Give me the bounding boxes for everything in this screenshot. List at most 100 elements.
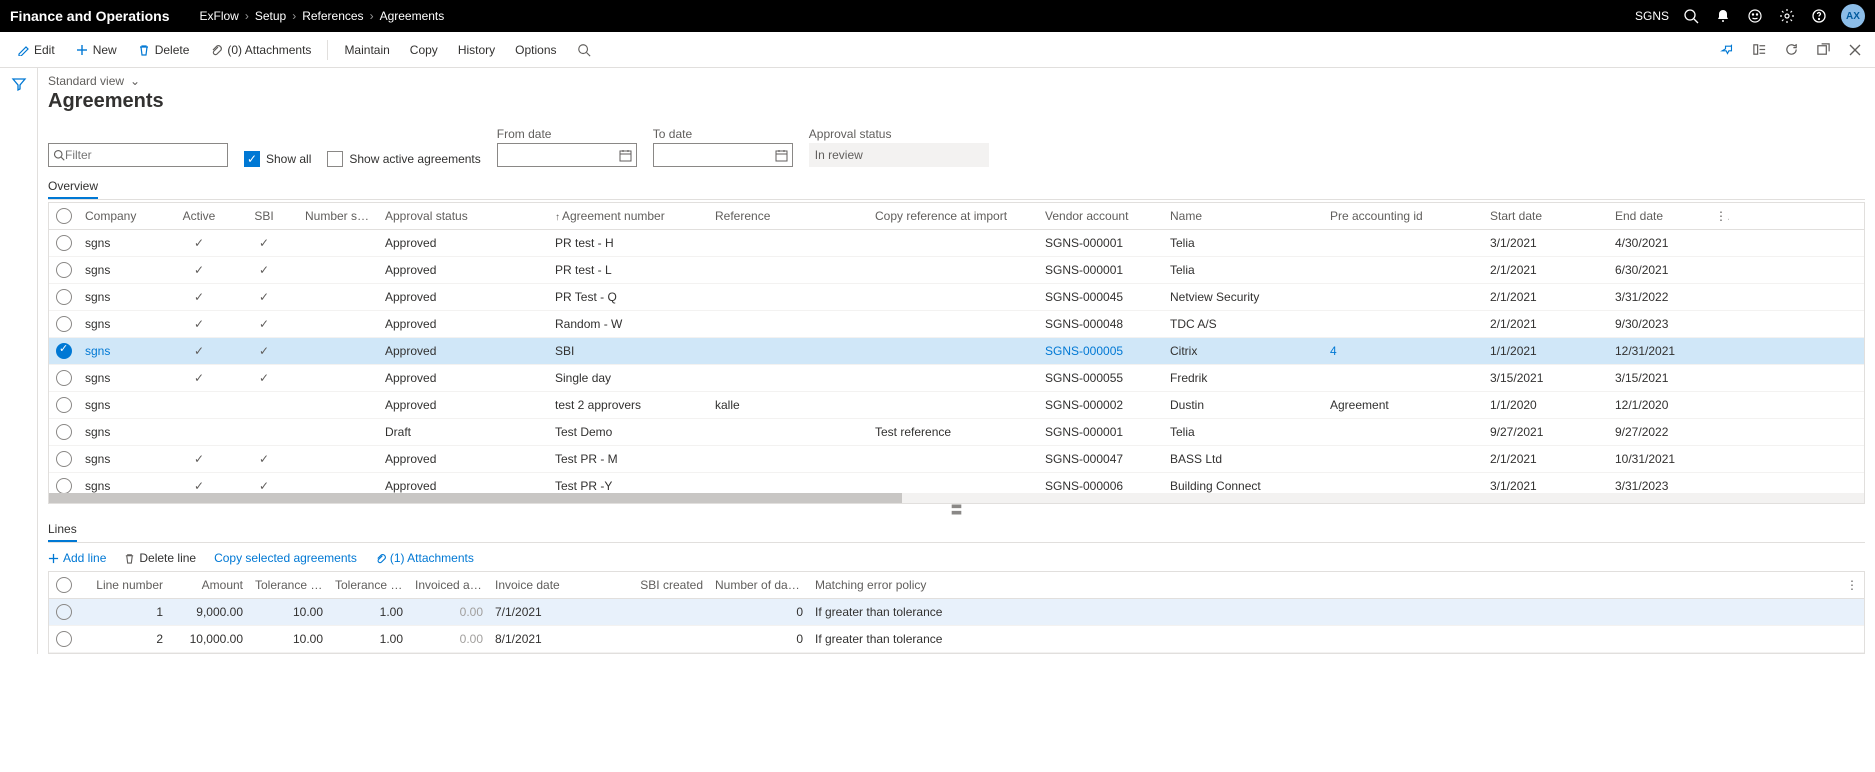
filter-strip — [0, 68, 38, 654]
row-select[interactable] — [56, 397, 72, 413]
smiley-icon[interactable] — [1745, 6, 1765, 26]
avatar[interactable]: AX — [1841, 4, 1865, 28]
crumb[interactable]: Setup — [255, 9, 286, 23]
from-date-input[interactable] — [497, 143, 637, 167]
row-select[interactable] — [56, 235, 72, 251]
col-copyref[interactable]: Copy reference at import — [869, 209, 1039, 223]
close-icon[interactable] — [1843, 38, 1867, 62]
show-all-checkbox[interactable]: ✓ Show all — [244, 151, 311, 167]
col-start[interactable]: Start date — [1484, 209, 1609, 223]
crumb[interactable]: Agreements — [380, 9, 445, 23]
sort-asc-icon: ↑ — [555, 212, 560, 223]
col-sbi-created[interactable]: SBI created — [599, 578, 709, 592]
brand-label: Finance and Operations — [10, 8, 199, 24]
col-agrnum[interactable]: ↑Agreement number — [549, 209, 709, 223]
bell-icon[interactable] — [1713, 6, 1733, 26]
table-row[interactable]: sgns✓✓ApprovedPR test - HSGNS-000001Teli… — [49, 230, 1864, 257]
select-all-lines[interactable] — [56, 577, 72, 593]
to-date-input[interactable] — [653, 143, 793, 167]
col-numseq[interactable]: Number seq... — [299, 209, 379, 223]
pencil-icon — [16, 43, 30, 57]
table-row[interactable]: sgns✓✓ApprovedTest PR - MSGNS-000047BASS… — [49, 446, 1864, 473]
col-invoiced[interactable]: Invoiced amount — [409, 578, 489, 592]
table-row[interactable]: sgnsDraftTest DemoTest referenceSGNS-000… — [49, 419, 1864, 446]
row-select[interactable] — [56, 424, 72, 440]
col-appstat[interactable]: Approval status — [379, 209, 549, 223]
col-end[interactable]: End date — [1609, 209, 1709, 223]
col-company[interactable]: Company — [79, 209, 169, 223]
options-button[interactable]: Options — [507, 39, 564, 61]
row-select[interactable] — [56, 451, 72, 467]
table-row[interactable]: 210,000.0010.001.000.008/1/20210If great… — [49, 626, 1864, 653]
delete-button[interactable]: Delete — [129, 39, 198, 61]
tab-overview[interactable]: Overview — [48, 175, 98, 199]
delete-line-button[interactable]: Delete line — [124, 551, 196, 565]
col-line-number[interactable]: Line number — [79, 578, 169, 592]
table-row[interactable]: sgns✓✓ApprovedSBISGNS-000005Citrix41/1/2… — [49, 338, 1864, 365]
horizontal-scrollbar[interactable] — [49, 493, 1864, 503]
col-days-tol[interactable]: Number of days tol... — [709, 578, 809, 592]
from-date-label: From date — [497, 127, 637, 141]
table-row[interactable]: sgns✓✓ApprovedPR Test - QSGNS-000045Netv… — [49, 284, 1864, 311]
table-row[interactable]: sgns✓✓ApprovedRandom - WSGNS-000048TDC A… — [49, 311, 1864, 338]
filter-input-wrap[interactable] — [48, 143, 228, 167]
copy-button[interactable]: Copy — [402, 39, 446, 61]
crumb[interactable]: References — [302, 9, 363, 23]
breadcrumb: ExFlow› Setup› References› Agreements — [199, 9, 444, 23]
line-attachments-button[interactable]: (1) Attachments — [375, 551, 474, 565]
row-select[interactable] — [56, 343, 72, 359]
row-select[interactable] — [56, 631, 72, 647]
tab-lines[interactable]: Lines — [48, 518, 77, 542]
popout-icon[interactable] — [1811, 38, 1835, 62]
action-bar: Edit New Delete (0) Attachments Maintain… — [0, 32, 1875, 68]
funnel-icon[interactable] — [11, 76, 27, 654]
pin-icon[interactable] — [1715, 38, 1739, 62]
attachments-button[interactable]: (0) Attachments — [201, 39, 319, 61]
edit-button[interactable]: Edit — [8, 39, 63, 61]
trash-icon — [124, 553, 135, 564]
add-line-button[interactable]: Add line — [48, 551, 106, 565]
table-row[interactable]: 19,000.0010.001.000.007/1/20210If greate… — [49, 599, 1864, 626]
refresh-icon[interactable] — [1779, 38, 1803, 62]
col-active[interactable]: Active — [169, 209, 229, 223]
table-row[interactable]: sgns✓✓ApprovedPR test - LSGNS-000001Teli… — [49, 257, 1864, 284]
select-all[interactable] — [56, 208, 72, 224]
col-more-icon[interactable]: ⋮ — [1709, 209, 1729, 223]
col-preacc[interactable]: Pre accounting id — [1324, 209, 1484, 223]
col-name[interactable]: Name — [1164, 209, 1324, 223]
col-ref[interactable]: Reference — [709, 209, 869, 223]
filter-input[interactable] — [65, 148, 223, 162]
table-row[interactable]: sgns✓✓ApprovedSingle daySGNS-000055Fredr… — [49, 365, 1864, 392]
col-invoice-date[interactable]: Invoice date — [489, 578, 599, 592]
copy-selected-button[interactable]: Copy selected agreements — [214, 551, 357, 565]
crumb[interactable]: ExFlow — [199, 9, 238, 23]
col-vendor[interactable]: Vendor account — [1039, 209, 1164, 223]
row-select[interactable] — [56, 604, 72, 620]
maintain-button[interactable]: Maintain — [336, 39, 397, 61]
gear-icon[interactable] — [1777, 6, 1797, 26]
search-action[interactable] — [569, 39, 599, 61]
col-amount[interactable]: Amount — [169, 578, 249, 592]
row-select[interactable] — [56, 262, 72, 278]
list-icon[interactable] — [1747, 38, 1771, 62]
row-select[interactable] — [56, 316, 72, 332]
col-match-error[interactable]: Matching error policy — [809, 578, 1009, 592]
lines-toolbar: Add line Delete line Copy selected agree… — [48, 545, 1865, 571]
table-row[interactable]: sgns✓✓ApprovedTest PR -YSGNS-000006Build… — [49, 473, 1864, 493]
view-selector[interactable]: Standard view ⌄ — [48, 74, 1865, 88]
splitter-handle[interactable]: 〓 — [48, 504, 1865, 514]
show-active-checkbox[interactable]: Show active agreements — [327, 151, 480, 167]
search-icon[interactable] — [1681, 6, 1701, 26]
history-button[interactable]: History — [450, 39, 503, 61]
col-tolerance2[interactable]: Tolerance amo... — [329, 578, 409, 592]
chevron-down-icon: ⌄ — [130, 74, 140, 88]
row-select[interactable] — [56, 478, 72, 493]
col-more-icon[interactable]: ⋮ — [1009, 578, 1864, 592]
table-row[interactable]: sgnsApprovedtest 2 approverskalleSGNS-00… — [49, 392, 1864, 419]
help-icon[interactable] — [1809, 6, 1829, 26]
col-sbi[interactable]: SBI — [229, 209, 299, 223]
row-select[interactable] — [56, 370, 72, 386]
col-tolerance1[interactable]: Tolerance amo... — [249, 578, 329, 592]
row-select[interactable] — [56, 289, 72, 305]
new-button[interactable]: New — [67, 39, 125, 61]
